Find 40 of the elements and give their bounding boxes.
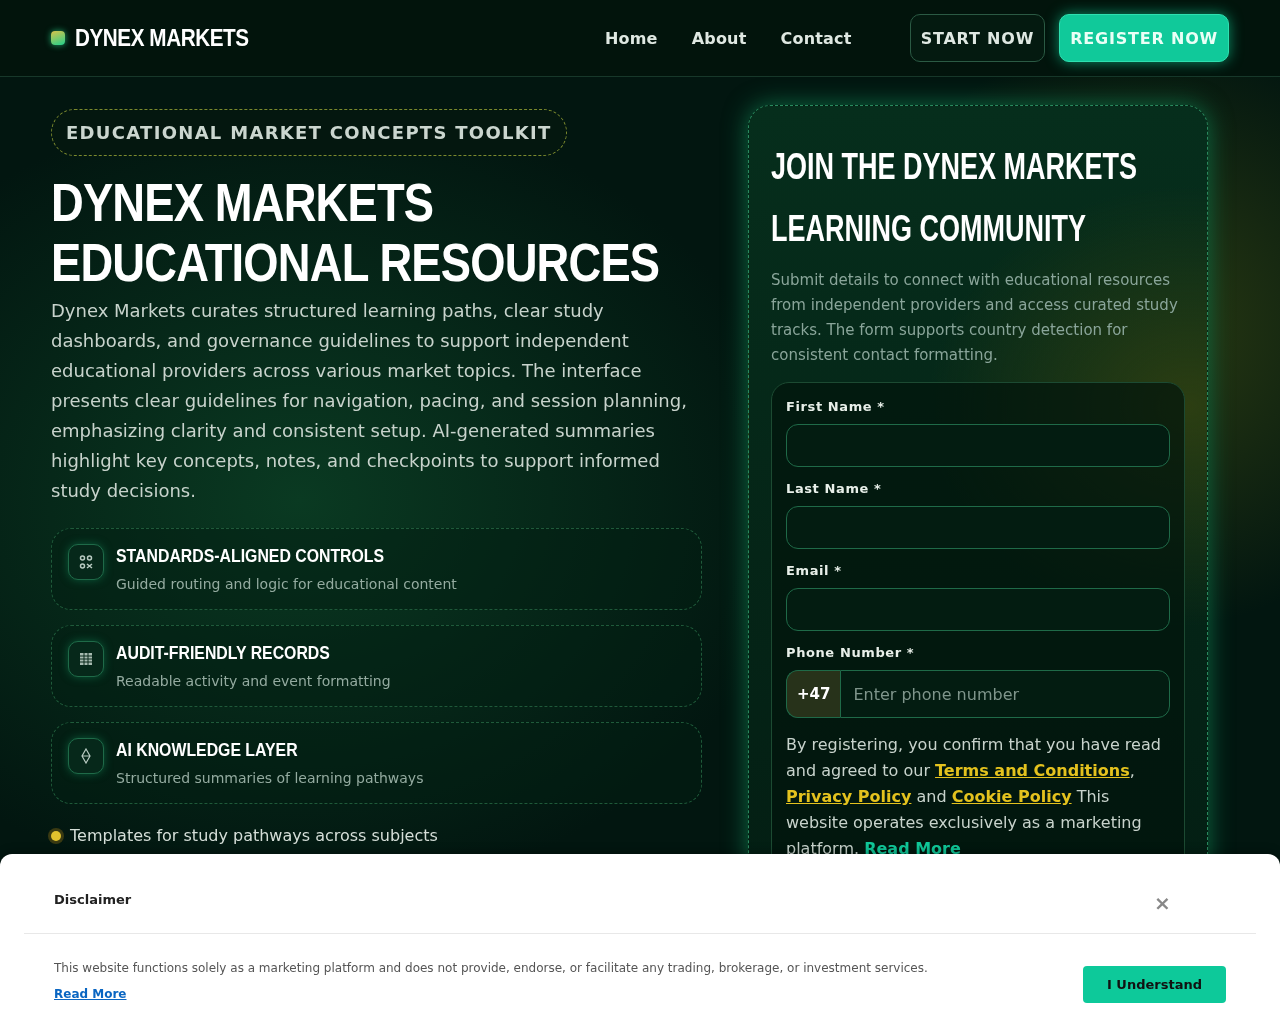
field-label: Email * — [786, 563, 843, 578]
nav-link[interactable]: Contact — [780, 28, 852, 48]
policy-link[interactable]: Terms and Conditions — [935, 761, 1130, 780]
hero-description: Dynex Markets curates structured learning paths, clear study dashboards, and governance guidelines to support independent educational providers across various market topics. The interface presents clear guidelines for navigation, pacing, and session planning, emphasizing clarity and consistent setup. AI-generated summaries highlight key concepts, notes, and checkpoints to support informed study decisions. — [51, 299, 688, 503]
form-title: JOIN THE DYNEX MARKETS LEARNING COMMUNITY — [771, 145, 1139, 251]
nav-link[interactable]: About — [691, 28, 747, 48]
text-field[interactable] — [786, 506, 1170, 549]
feature-title: STANDARDS-ALIGNED CONTROLS — [116, 546, 386, 567]
form-intro: Submit details to connect with educational resources from independent providers and access curated study tracks. The form supports country detection for consistent contact formatting. — [771, 270, 1179, 366]
brand-name: DYNEX MARKETS — [75, 24, 249, 52]
understand-button[interactable]: I Understand — [1083, 966, 1226, 1003]
start-button[interactable]: START NOW — [909, 14, 1046, 62]
field-label: Last Name * — [786, 481, 883, 496]
disclaimer-text: This website functions solely as a marketing platform and does not provide, endorse, or facilitate any trading, brokerage, or investment services. — [54, 961, 928, 975]
dialog-title: Disclaimer — [54, 892, 132, 907]
feature-subtitle: Readable activity and event formatting — [116, 673, 391, 689]
logo-icon — [51, 31, 65, 45]
policy-link[interactable]: Privacy Policy — [786, 787, 912, 806]
feature-title: AUDIT-FRIENDLY RECORDS — [116, 643, 331, 664]
text-field[interactable] — [786, 424, 1170, 467]
nav-link[interactable]: Home — [604, 28, 658, 48]
feature-subtitle: Guided routing and logic for educational content — [116, 576, 457, 592]
diamond-icon — [81, 748, 91, 764]
feature-title: AI KNOWLEDGE LAYER — [116, 740, 299, 761]
email-field[interactable] — [786, 588, 1170, 631]
grid-icon — [80, 653, 92, 665]
policy-link[interactable]: Cookie Policy — [951, 787, 1072, 806]
sliders-icon — [79, 554, 93, 570]
hero-title: DYNEX MARKETS EDUCATIONAL RESOURCES — [51, 172, 661, 292]
field-label: Phone Number * — [786, 645, 916, 660]
section-badge: EDUCATIONAL MARKET CONCEPTS TOOLKIT — [51, 109, 567, 156]
read-more-link[interactable]: Read More — [54, 987, 127, 1001]
country-code[interactable]: +47 — [786, 670, 841, 718]
bullet-text: Templates for study pathways across subjects — [70, 826, 438, 845]
bullet-dot — [51, 830, 61, 841]
phone-field[interactable]: Enter phone number — [840, 670, 1170, 718]
close-button[interactable]: × — [1091, 884, 1234, 921]
read-more-link[interactable]: Read More — [864, 839, 961, 858]
field-label: First Name * — [786, 399, 886, 414]
feature-subtitle: Structured summaries of learning pathways — [116, 770, 424, 786]
